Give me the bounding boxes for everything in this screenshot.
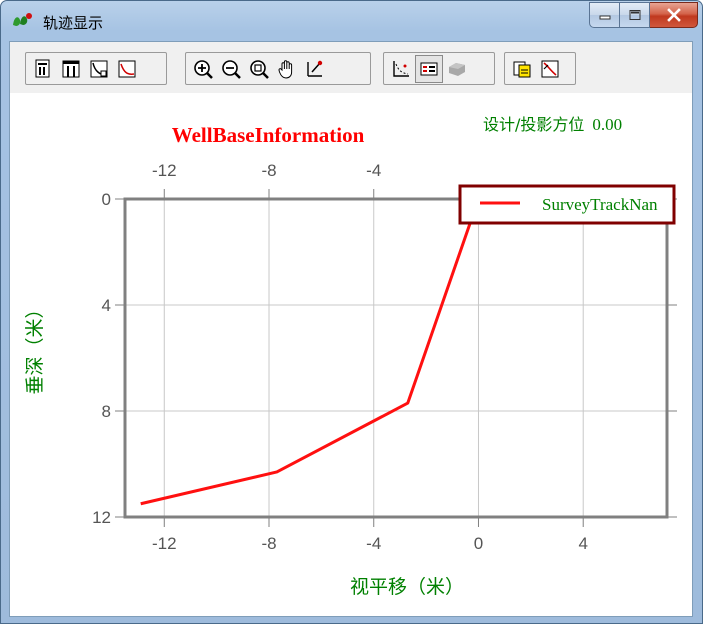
track-points-icon: [393, 60, 409, 77]
toolbar-group-view: [185, 52, 371, 85]
close-button[interactable]: [650, 2, 698, 28]
y-tick-label: 12: [92, 508, 111, 527]
azimuth-value: 0.00: [592, 115, 622, 134]
chart-title: WellBaseInformation: [172, 123, 365, 147]
client-area: -12 -8 -4 0 4 -12 -8 -4 0 4 8 12 WellBaseInformatio…: [9, 41, 693, 617]
y-tick-label: 0: [102, 190, 111, 209]
pan-hand-icon: [278, 59, 293, 79]
zoom-curve-icon: [90, 60, 108, 77]
toolbar-group-edit: [504, 52, 576, 85]
grid-lines: [125, 198, 667, 518]
fit-curve-button[interactable]: [113, 55, 141, 83]
x-tick-label: -12: [152, 534, 177, 553]
page-setup-icon: [35, 59, 50, 77]
window-title: 轨迹显示: [43, 14, 104, 32]
y-axis-label: 垂深（米）: [24, 299, 46, 394]
close-icon: [666, 8, 681, 22]
3d-shape-button[interactable]: [443, 55, 471, 83]
pan-button[interactable]: [273, 55, 301, 83]
x-axis-label: 视平移（米）: [350, 576, 464, 598]
legend-toggle-icon: [420, 62, 438, 75]
legend-label: SurveyTrackNan: [542, 195, 658, 214]
zoom-curve-button[interactable]: [85, 55, 113, 83]
maximize-icon: [629, 10, 640, 20]
zoom-out-button[interactable]: [217, 55, 245, 83]
column-layout-icon: [62, 60, 80, 77]
top-x-tick-label: -8: [261, 161, 276, 180]
zoom-in-icon: [194, 59, 213, 79]
app-window: 轨迹显示 -12 -8 -4 0 4 -12 -8 -4 0 4 8 12 We…: [0, 0, 703, 624]
zoom-window-button[interactable]: [245, 55, 273, 83]
azimuth-label-text: 设计/投影方位: [483, 115, 584, 134]
x-tick-label: -4: [366, 534, 381, 553]
legend-toggle-button[interactable]: [415, 54, 443, 83]
toolbar-group-display: [383, 52, 495, 85]
pick-point-icon: [307, 60, 323, 77]
series-line-surveytracknan: [140, 198, 480, 506]
maximize-button[interactable]: [620, 2, 650, 28]
3d-shape-icon: [449, 62, 465, 76]
legend[interactable]: SurveyTrackNan: [458, 184, 676, 225]
copy-image-icon: [513, 61, 531, 77]
pick-point-button[interactable]: [301, 55, 329, 83]
edit-curve-icon: [541, 60, 559, 77]
x-tick-label: 0: [474, 534, 483, 553]
minimize-button[interactable]: [589, 2, 620, 28]
copy-image-button[interactable]: [508, 55, 536, 83]
track-points-button[interactable]: [387, 55, 415, 83]
column-layout-button[interactable]: [57, 55, 85, 83]
y-tick-label: 8: [102, 402, 111, 421]
fit-curve-icon: [118, 60, 136, 77]
app-logo-icon: [11, 11, 33, 29]
zoom-in-button[interactable]: [189, 55, 217, 83]
title-bar[interactable]: 轨迹显示: [1, 1, 702, 41]
zoom-window-icon: [250, 59, 269, 79]
toolbar: [10, 42, 692, 94]
plot-frame: [123, 197, 669, 519]
azimuth-label: 设计/投影方位 0.00: [483, 115, 622, 134]
minimize-icon: [599, 15, 610, 20]
trajectory-chart[interactable]: -12 -8 -4 0 4 -12 -8 -4 0 4 8 12 WellBaseInformatio…: [10, 93, 692, 616]
window-controls: [589, 2, 698, 28]
plot-area[interactable]: -12 -8 -4 0 4 -12 -8 -4 0 4 8 12 WellBaseInformatio…: [10, 93, 692, 616]
y-tick-label: 4: [102, 296, 111, 315]
zoom-out-icon: [222, 59, 241, 79]
x-tick-label: 4: [578, 534, 587, 553]
top-x-tick-label: -4: [366, 161, 381, 180]
page-setup-button[interactable]: [29, 55, 57, 83]
x-tick-label: -8: [261, 534, 276, 553]
toolbar-group-page: [25, 52, 167, 85]
top-x-tick-label: -12: [152, 161, 177, 180]
edit-curve-button[interactable]: [536, 55, 564, 83]
